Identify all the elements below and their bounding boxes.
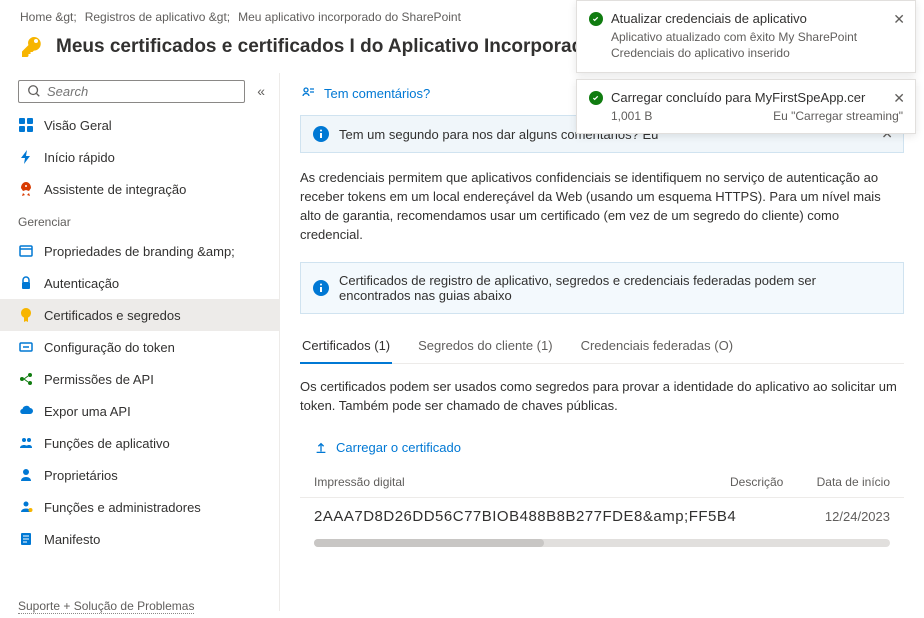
- toast-size: 1,001 B: [611, 109, 652, 123]
- token-icon: [18, 339, 34, 355]
- tab-federated[interactable]: Credenciais federadas (O): [579, 330, 735, 363]
- column-thumbprint: Impressão digital: [314, 475, 624, 489]
- upload-button-label: Carregar o certificado: [336, 440, 461, 455]
- sidebar-item-expose-api[interactable]: Expor uma API: [0, 395, 279, 427]
- close-icon[interactable]: ✕: [893, 90, 905, 107]
- table-header: Impressão digital Descrição Data de iníc…: [300, 469, 904, 498]
- sidebar-item-label: Início rápido: [44, 150, 115, 165]
- sidebar-item-api-permissions[interactable]: Permissões de API: [0, 363, 279, 395]
- sidebar-item-label: Funções e administradores: [44, 500, 201, 515]
- close-icon[interactable]: ✕: [893, 11, 905, 28]
- owners-icon: [18, 467, 34, 483]
- key-icon: [20, 35, 44, 59]
- breadcrumb-registrations[interactable]: Registros de aplicativo &gt;: [85, 10, 230, 24]
- cloud-icon: [18, 403, 34, 419]
- sidebar-item-label: Manifesto: [44, 532, 100, 547]
- sidebar-support-link[interactable]: Suporte + Solução de Problemas: [18, 599, 194, 611]
- success-icon: [589, 12, 603, 26]
- table-row[interactable]: 2AAA7D8D26DD56C77BIOB488B8B277FDE8&amp;F…: [300, 498, 904, 535]
- sidebar-item-label: Expor uma API: [44, 404, 131, 419]
- certificate-icon: [18, 307, 34, 323]
- toast-update-credentials: Atualizar credenciais de aplicativo Apli…: [576, 0, 916, 73]
- toast-container: Atualizar credenciais de aplicativo Apli…: [576, 0, 916, 134]
- feedback-icon: [300, 85, 316, 101]
- collapse-sidebar-button[interactable]: «: [253, 79, 269, 103]
- toast-sub-text: Eu "Carregar streaming": [773, 109, 903, 123]
- sidebar-item-manifest[interactable]: Manifesto: [0, 523, 279, 555]
- sidebar-item-label: Propriedades de branding &amp;: [44, 244, 235, 259]
- upload-certificate-button[interactable]: Carregar o certificado: [300, 434, 904, 469]
- sidebar-item-certificates[interactable]: Certificados e segredos: [0, 299, 279, 331]
- info-bar-text: Certificados de registro de aplicativo, …: [339, 273, 891, 303]
- sidebar-section-manage: Gerenciar: [0, 205, 279, 235]
- info-icon: [313, 126, 329, 142]
- roles-icon: [18, 435, 34, 451]
- sidebar-item-label: Configuração do token: [44, 340, 175, 355]
- lightning-icon: [18, 149, 34, 165]
- sidebar-item-token[interactable]: Configuração do token: [0, 331, 279, 363]
- sidebar-item-label: Visão Geral: [44, 118, 112, 133]
- sidebar-item-quickstart[interactable]: Início rápido: [0, 141, 279, 173]
- tab-certificates[interactable]: Certificados (1): [300, 330, 392, 363]
- tabs-info-bar: Certificados de registro de aplicativo, …: [300, 262, 904, 314]
- credentials-description: As credenciais permitem que aplicativos …: [300, 169, 904, 244]
- toast-line: Aplicativo atualizado com êxito My Share…: [589, 30, 903, 44]
- cell-start-date: 12/24/2023: [825, 509, 890, 524]
- sidebar-item-overview[interactable]: Visão Geral: [0, 109, 279, 141]
- breadcrumb-current: Meu aplicativo incorporado do SharePoint: [238, 10, 461, 24]
- sidebar-item-app-roles[interactable]: Funções de aplicativo: [0, 427, 279, 459]
- column-description: Descrição: [730, 475, 783, 489]
- sidebar-item-label: Permissões de API: [44, 372, 154, 387]
- manifest-icon: [18, 531, 34, 547]
- sidebar-item-owners[interactable]: Proprietários: [0, 459, 279, 491]
- toast-line: Credenciais do aplicativo inserido: [589, 46, 903, 60]
- admin-icon: [18, 499, 34, 515]
- toast-upload-complete: Carregar concluído para MyFirstSpeApp.ce…: [576, 79, 916, 134]
- sidebar-item-label: Funções de aplicativo: [44, 436, 170, 451]
- search-input[interactable]: [47, 84, 236, 99]
- branding-icon: [18, 243, 34, 259]
- main-content: Tem comentários? Tem um segundo para nos…: [280, 73, 924, 611]
- sidebar-item-label: Certificados e segredos: [44, 308, 181, 323]
- api-icon: [18, 371, 34, 387]
- lock-icon: [18, 275, 34, 291]
- sidebar-item-roles-admins[interactable]: Funções e administradores: [0, 491, 279, 523]
- sidebar-item-label: Proprietários: [44, 468, 118, 483]
- feedback-link-text: Tem comentários?: [324, 86, 430, 101]
- sidebar: « Visão Geral Início rápido Assistente d…: [0, 73, 280, 611]
- success-icon: [589, 91, 603, 105]
- tab-client-secrets[interactable]: Segredos do cliente (1): [416, 330, 554, 363]
- search-icon: [27, 84, 41, 98]
- sidebar-item-label: Autenticação: [44, 276, 119, 291]
- rocket-icon: [18, 181, 34, 197]
- upload-icon: [314, 441, 328, 455]
- certificates-description: Os certificados podem ser usados como se…: [300, 378, 904, 416]
- sidebar-item-label: Assistente de integração: [44, 182, 186, 197]
- toast-title-text: Carregar concluído para MyFirstSpeApp.ce…: [611, 90, 865, 105]
- sidebar-item-branding[interactable]: Propriedades de branding &amp;: [0, 235, 279, 267]
- sidebar-item-integration[interactable]: Assistente de integração: [0, 173, 279, 205]
- cell-thumbprint: 2AAA7D8D26DD56C77BIOB488B8B277FDE8&amp;F…: [314, 508, 736, 525]
- overview-icon: [18, 117, 34, 133]
- search-box[interactable]: [18, 80, 245, 103]
- tabs: Certificados (1) Segredos do cliente (1)…: [300, 330, 904, 364]
- breadcrumb-home[interactable]: Home &gt;: [20, 10, 77, 24]
- sidebar-item-authentication[interactable]: Autenticação: [0, 267, 279, 299]
- toast-title-text: Atualizar credenciais de aplicativo: [611, 11, 807, 26]
- info-icon: [313, 280, 329, 296]
- horizontal-scrollbar[interactable]: [314, 539, 890, 547]
- column-start-date: Data de início: [817, 475, 890, 489]
